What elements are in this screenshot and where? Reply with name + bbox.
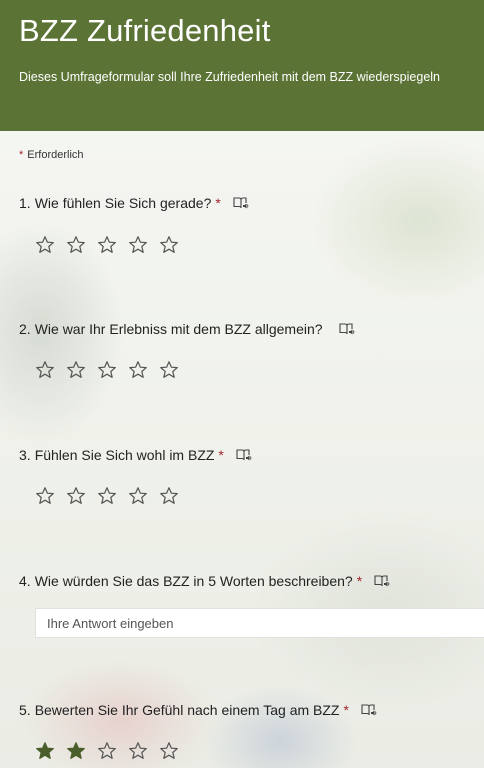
rating-stars	[35, 235, 179, 255]
star-icon[interactable]	[159, 741, 179, 761]
question-text: Wie würden Sie das BZZ in 5 Worten besch…	[34, 573, 353, 589]
required-marker: *	[215, 195, 221, 211]
question-number: 3.	[19, 447, 31, 463]
star-icon[interactable]	[159, 235, 179, 255]
star-icon[interactable]	[128, 235, 148, 255]
question-1-title: 1. Wie fühlen Sie Sich gerade? *	[19, 195, 249, 211]
rating-stars	[35, 486, 179, 506]
star-icon[interactable]	[97, 235, 117, 255]
question-number: 4.	[19, 573, 31, 589]
immersive-reader-icon[interactable]	[361, 703, 377, 717]
question-text: Bewerten Sie Ihr Gefühl nach einem Tag a…	[34, 702, 340, 718]
form-body: * Erforderlich 1. Wie fühlen Sie Sich gera…	[0, 0, 484, 768]
immersive-reader-icon[interactable]	[236, 448, 252, 462]
star-icon[interactable]	[66, 360, 86, 380]
immersive-reader-icon[interactable]	[374, 574, 390, 588]
star-icon[interactable]	[35, 235, 55, 255]
star-icon[interactable]	[66, 486, 86, 506]
question-text: Wie war Ihr Erlebniss mit dem BZZ allgem…	[34, 321, 323, 337]
star-icon[interactable]	[35, 486, 55, 506]
question-number: 2.	[19, 321, 31, 337]
question-text: Wie fühlen Sie Sich gerade?	[34, 195, 212, 211]
required-marker: *	[343, 702, 349, 718]
star-icon[interactable]	[128, 360, 148, 380]
star-icon[interactable]	[97, 486, 117, 506]
required-marker: *	[218, 447, 224, 463]
question-2-title: 2. Wie war Ihr Erlebniss mit dem BZZ allg…	[19, 321, 355, 337]
immersive-reader-icon[interactable]	[233, 196, 249, 210]
star-icon[interactable]	[35, 360, 55, 380]
star-icon[interactable]	[159, 486, 179, 506]
answer-text-input[interactable]	[35, 608, 484, 638]
question-text: Fühlen Sie Sich wohl im BZZ	[34, 447, 215, 463]
rating-stars	[35, 741, 179, 761]
immersive-reader-icon[interactable]	[339, 322, 355, 336]
star-icon[interactable]	[128, 486, 148, 506]
rating-stars	[35, 360, 179, 380]
required-marker: *	[19, 149, 24, 161]
star-icon[interactable]	[35, 741, 55, 761]
star-icon[interactable]	[97, 360, 117, 380]
star-icon[interactable]	[159, 360, 179, 380]
required-note: * Erforderlich	[19, 149, 84, 161]
star-icon[interactable]	[66, 741, 86, 761]
question-number: 5.	[19, 702, 31, 718]
question-4-title: 4. Wie würden Sie das BZZ in 5 Worten bes…	[19, 573, 390, 589]
star-icon[interactable]	[66, 235, 86, 255]
required-marker: *	[356, 573, 363, 589]
question-3-title: 3. Fühlen Sie Sich wohl im BZZ *	[19, 447, 252, 463]
star-icon[interactable]	[128, 741, 148, 761]
star-icon[interactable]	[97, 741, 117, 761]
question-number: 1.	[19, 195, 31, 211]
question-5-title: 5. Bewerten Sie Ihr Gefühl nach einem Tag…	[19, 702, 377, 718]
required-note-text: Erforderlich	[27, 149, 84, 161]
